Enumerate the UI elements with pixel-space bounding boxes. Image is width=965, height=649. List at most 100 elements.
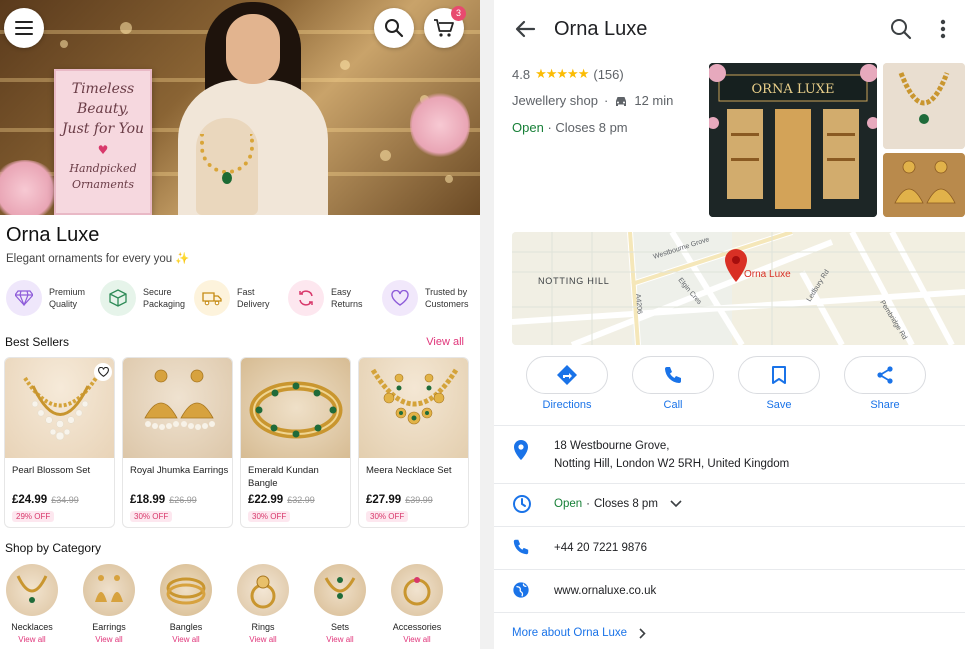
directions-button[interactable]: Directions	[514, 356, 620, 411]
shop-app: Timeless Beauty, Just for You ♥ Handpick…	[0, 0, 480, 649]
best-sellers-heading: Best Sellers	[5, 335, 70, 349]
hours-row[interactable]: Open · Closes 8 pm	[494, 483, 965, 526]
category-image	[160, 564, 212, 616]
feature-easy-returns: Easy Returns	[288, 280, 382, 316]
necklace-photo[interactable]	[883, 63, 965, 149]
feature-secure-packaging: Secure Packaging	[100, 280, 194, 316]
product-list: Pearl Blossom Set £24.99£34.99 29% OFF	[4, 357, 469, 528]
truck-icon	[194, 280, 230, 316]
closing-time: Closes 8 pm	[555, 120, 628, 135]
product-name: Meera Necklace Set	[366, 465, 452, 476]
arrow-back-icon	[515, 20, 536, 38]
product-name: Emerald Kundan Bangle	[248, 465, 319, 489]
menu-button[interactable]	[4, 8, 44, 48]
category-image	[314, 564, 366, 616]
product-image	[241, 358, 350, 458]
product-card[interactable]: Pearl Blossom Set £24.99 £34.99 29% OFF	[4, 357, 115, 528]
map-area-label: NOTTING HILL	[538, 276, 610, 286]
feature-highlights: Premium Quality Secure Packaging Fast Deliv…	[6, 280, 476, 316]
product-name: Pearl Blossom Set	[12, 465, 91, 476]
category-heading: Shop by Category	[5, 541, 102, 555]
storefront-photo[interactable]: ORNA LUXE	[709, 63, 877, 217]
discount-badge: 29% OFF	[12, 511, 55, 522]
category-bangles[interactable]: Bangles View all	[160, 564, 212, 644]
search-button[interactable]	[890, 18, 912, 45]
drive-time: 12 min	[634, 93, 674, 108]
search-button[interactable]	[374, 8, 414, 48]
address-row[interactable]: 18 Westbourne Grove, Notting Hill, Londo…	[494, 425, 965, 483]
phone-icon	[513, 539, 529, 555]
hours-closing-time: Closes 8 pm	[593, 498, 658, 510]
website-row[interactable]: www.ornaluxe.co.uk	[494, 569, 965, 612]
chevron-right-icon	[639, 627, 646, 639]
heart-outline-icon	[97, 367, 109, 377]
more-about-link[interactable]: More about Orna Luxe	[512, 627, 646, 639]
best-sellers-view-all[interactable]: View all	[426, 336, 464, 348]
directions-icon	[557, 365, 577, 385]
category-earrings[interactable]: Earrings View all	[83, 564, 135, 644]
feature-fast-delivery: Fast Delivery	[194, 280, 288, 316]
location-pin-icon	[514, 440, 528, 460]
product-price: £18.99	[130, 494, 166, 506]
open-status-row: Open · Closes 8 pm	[512, 120, 628, 135]
more-options-button[interactable]	[940, 18, 946, 45]
refresh-icon	[288, 280, 324, 316]
map-pin-label: Orna Luxe	[744, 269, 791, 280]
product-was-price: £34.99	[51, 495, 79, 505]
location-map[interactable]: NOTTING HILL Orna Luxe Westbourne Grove …	[512, 232, 965, 345]
chevron-down-icon	[670, 500, 682, 508]
back-button[interactable]	[514, 18, 536, 45]
category-necklaces[interactable]: Necklaces View all	[6, 564, 58, 644]
product-image	[359, 358, 468, 458]
product-image	[5, 358, 114, 458]
maps-place-panel: Orna Luxe 4.8 ★★★★★ (156) Jewellery shop…	[480, 0, 965, 649]
car-icon	[616, 96, 627, 106]
search-icon	[891, 19, 912, 40]
product-image	[123, 358, 232, 458]
place-category: Jewellery shop	[512, 93, 598, 108]
address-line-2: Notting Hill, London W2 5RH, United King…	[554, 458, 790, 470]
brand-tagline: Elegant ornaments for every you ✨	[6, 253, 190, 265]
category-sets[interactable]: Sets View all	[314, 564, 366, 644]
product-was-price: £39.99	[405, 495, 433, 505]
category-accessories[interactable]: Accessories View all	[391, 564, 443, 644]
save-button[interactable]: Save	[726, 356, 832, 411]
category-image	[391, 564, 443, 616]
call-button[interactable]: Call	[620, 356, 726, 411]
product-card[interactable]: Meera Necklace Set £27.99 £39.99 30% OFF	[358, 357, 469, 528]
category-image	[237, 564, 289, 616]
product-price: £27.99	[366, 494, 402, 506]
product-was-price: £32.99	[287, 495, 315, 505]
product-price: £24.99	[12, 494, 48, 506]
storefront-sign: ORNA LUXE	[752, 82, 835, 97]
star-rating-icon: ★★★★★	[535, 66, 589, 81]
website-url: www.ornaluxe.co.uk	[554, 585, 657, 597]
hamburger-icon	[15, 21, 33, 35]
phone-row[interactable]: +44 20 7221 9876	[494, 526, 965, 569]
heart-icon: ♥	[97, 143, 109, 157]
cart-count-badge: 3	[451, 6, 466, 21]
product-card[interactable]: Emerald Kundan Bangle £22.99 £32.99 30% O…	[240, 357, 351, 528]
product-name: Royal Jhumka Earrings	[130, 465, 229, 476]
rating-row[interactable]: 4.8 ★★★★★ (156)	[512, 66, 624, 82]
discount-badge: 30% OFF	[130, 511, 173, 522]
place-title: Orna Luxe	[554, 18, 648, 40]
phone-icon	[665, 367, 681, 383]
discount-badge: 30% OFF	[248, 511, 291, 522]
product-price: £22.99	[248, 494, 284, 506]
category-image	[6, 564, 58, 616]
more-vert-icon	[940, 19, 946, 39]
category-rings[interactable]: Rings View all	[237, 564, 289, 644]
rating-value: 4.8	[512, 66, 531, 82]
share-button[interactable]: Share	[832, 356, 938, 411]
wishlist-button[interactable]	[94, 363, 112, 381]
action-buttons: Directions Call Save Share	[514, 356, 938, 411]
feature-trusted: Trusted by Customers	[382, 280, 476, 316]
share-icon	[877, 366, 893, 384]
earrings-photo[interactable]	[883, 153, 965, 217]
product-card[interactable]: Royal Jhumka Earrings £18.99 £26.99 30% O…	[122, 357, 233, 528]
place-type-row: Jewellery shop · 12 min	[512, 93, 674, 108]
cart-button[interactable]: 3	[424, 6, 466, 48]
category-image	[83, 564, 135, 616]
diamond-icon	[6, 280, 42, 316]
